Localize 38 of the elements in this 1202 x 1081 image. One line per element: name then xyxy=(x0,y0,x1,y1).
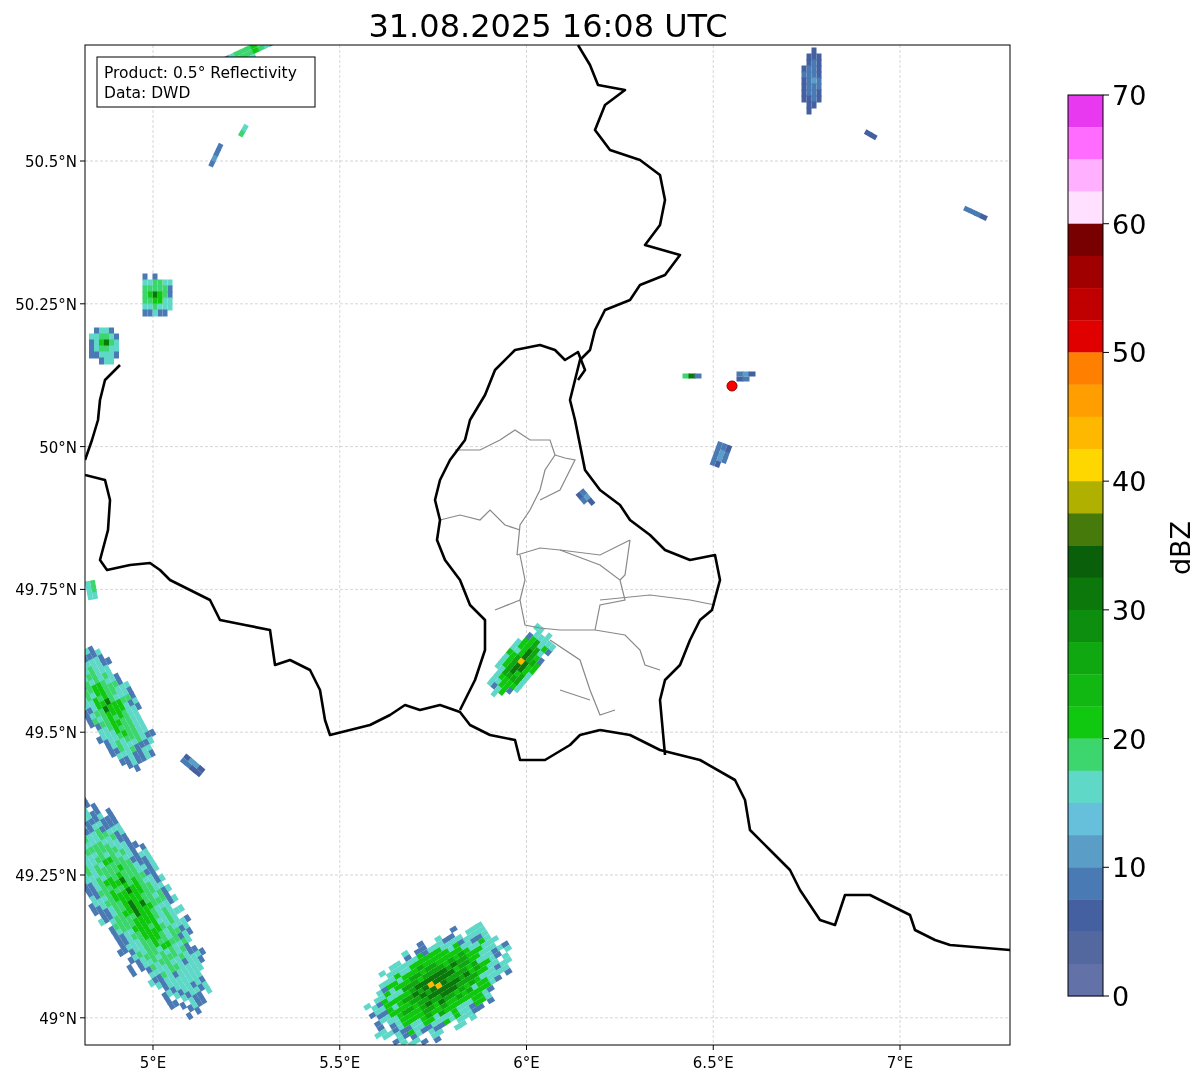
radar-echo xyxy=(863,129,878,141)
axis-tick-label: 50°N xyxy=(39,438,77,457)
legend-text: Data: DWD xyxy=(104,84,191,102)
colorbar-tick-label: 70 xyxy=(1112,80,1147,111)
legend-text: Product: 0.5° Reflectivity xyxy=(104,64,297,82)
radar-echo xyxy=(142,273,173,317)
axis-tick-label: 49.25°N xyxy=(15,867,77,885)
colorbar-label: dBZ xyxy=(1165,520,1196,576)
radar-echo xyxy=(237,123,249,138)
axis-tick-label: 50.25°N xyxy=(15,295,77,314)
axis-tick-label: 5°E xyxy=(139,1054,167,1072)
axis-tick-label: 6.5°E xyxy=(692,1054,734,1072)
colorbar-tick-label: 50 xyxy=(1112,337,1147,369)
colorbar-tick-label: 20 xyxy=(1112,723,1147,755)
radar-site-marker xyxy=(726,380,738,392)
colorbar-tick-label: 40 xyxy=(1112,466,1147,498)
chart-title: 31.08.2025 16:08 UTC xyxy=(368,7,728,45)
axis-tick-label: 49.5°N xyxy=(24,724,77,743)
axis-tick-label: 6°E xyxy=(513,1054,540,1072)
radar-echo xyxy=(682,373,702,379)
colorbar-tick-label: 30 xyxy=(1112,594,1147,626)
axis-tick-label: 5.5°E xyxy=(319,1054,361,1072)
axis-tick-label: 7°E xyxy=(886,1054,914,1072)
radar-echo xyxy=(709,441,733,468)
colorbar-tick-label: 10 xyxy=(1112,852,1147,884)
radar-echo xyxy=(89,327,119,365)
colorbar-tick-label: 60 xyxy=(1112,208,1147,240)
radar-echo xyxy=(801,47,822,115)
radar-echo xyxy=(575,488,596,506)
radar-echo xyxy=(963,205,988,221)
radar-echo xyxy=(85,579,99,601)
axis-tick-label: 49°N xyxy=(39,1009,77,1028)
radar-echo xyxy=(179,753,206,778)
radar-echo xyxy=(736,371,756,382)
axis-tick-label: 49.75°N xyxy=(15,581,77,600)
axis-tick-label: 50.5°N xyxy=(24,153,77,171)
colorbar-tick-label: 0 xyxy=(1112,981,1130,1012)
radar-echo xyxy=(208,142,224,168)
